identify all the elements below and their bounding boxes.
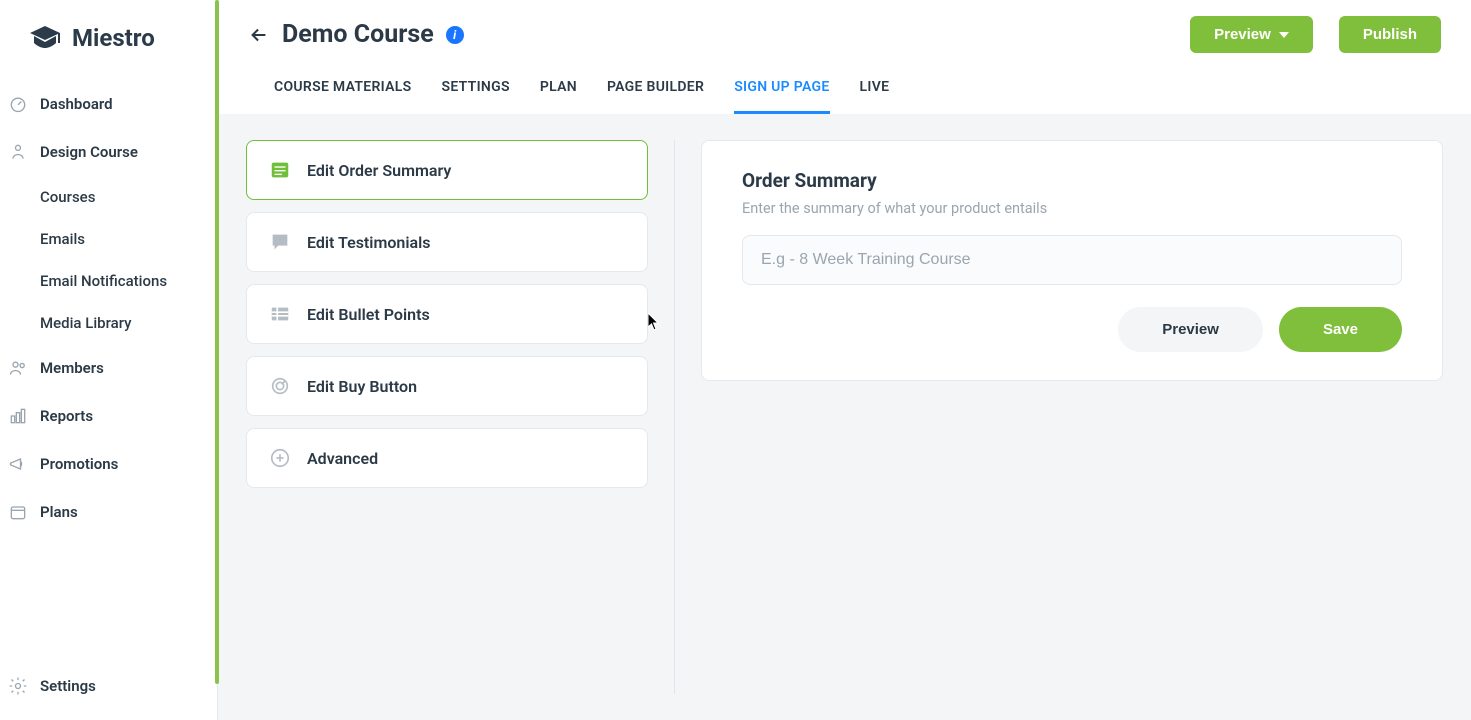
plus-circle-icon <box>269 447 291 469</box>
table-icon <box>269 303 291 325</box>
main: Demo Course i Preview Publish COURSE MAT… <box>218 0 1471 720</box>
info-icon[interactable]: i <box>446 26 464 44</box>
edit-order-summary[interactable]: Edit Order Summary <box>246 140 648 200</box>
target-icon <box>269 375 291 397</box>
logo-icon <box>28 24 62 52</box>
box-icon <box>8 502 28 522</box>
panel-description: Enter the summary of what your product e… <box>742 200 1402 217</box>
nav-label: Plans <box>40 503 78 521</box>
nav: Dashboard Design Course Courses Emails E… <box>0 80 217 662</box>
tabs: COURSE MATERIALS SETTINGS PLAN PAGE BUIL… <box>248 67 1441 114</box>
order-summary-panel: Order Summary Enter the summary of what … <box>701 140 1443 381</box>
panel-title: Order Summary <box>742 169 1402 192</box>
nav-email-notifications[interactable]: Email Notifications <box>0 260 217 302</box>
edit-item-label: Advanced <box>307 449 378 468</box>
nav-members[interactable]: Members <box>0 344 217 392</box>
list-icon <box>269 159 291 181</box>
users-icon <box>8 358 28 378</box>
nav-label: Members <box>40 359 104 377</box>
edit-item-label: Edit Bullet Points <box>307 305 430 324</box>
app-logo[interactable]: Miestro <box>0 0 217 80</box>
chart-icon <box>8 406 28 426</box>
nav-reports[interactable]: Reports <box>0 392 217 440</box>
edit-testimonials[interactable]: Edit Testimonials <box>246 212 648 272</box>
gauge-icon <box>8 94 28 114</box>
gear-icon <box>8 676 28 696</box>
panel-preview-button[interactable]: Preview <box>1118 307 1263 352</box>
tab-live[interactable]: LIVE <box>860 67 890 114</box>
nav-plans[interactable]: Plans <box>0 488 217 536</box>
preview-dropdown-button[interactable]: Preview <box>1190 16 1313 53</box>
edit-item-label: Edit Buy Button <box>307 377 417 396</box>
layers-icon <box>8 142 28 162</box>
panel-save-button[interactable]: Save <box>1279 307 1402 352</box>
nav-label: Dashboard <box>40 95 113 113</box>
edit-advanced[interactable]: Advanced <box>246 428 648 488</box>
nav-label: Promotions <box>40 455 118 473</box>
tab-plan[interactable]: PLAN <box>540 67 577 114</box>
tab-page-builder[interactable]: PAGE BUILDER <box>607 67 704 114</box>
sidebar: Miestro Dashboard Design Course Courses … <box>0 0 218 720</box>
edit-bullet-points[interactable]: Edit Bullet Points <box>246 284 648 344</box>
nav-bottom: Settings <box>0 662 217 720</box>
nav-design-course[interactable]: Design Course <box>0 128 217 176</box>
tab-sign-up-page[interactable]: SIGN UP PAGE <box>734 67 829 114</box>
nav-media-library[interactable]: Media Library <box>0 302 217 344</box>
chevron-down-icon <box>1279 32 1289 38</box>
nav-settings[interactable]: Settings <box>0 662 217 710</box>
nav-label: Settings <box>40 677 96 695</box>
megaphone-icon <box>8 454 28 474</box>
preview-label: Preview <box>1214 26 1271 43</box>
divider <box>674 140 675 694</box>
app-name: Miestro <box>72 24 155 52</box>
edit-item-label: Edit Order Summary <box>307 161 451 180</box>
edit-buy-button[interactable]: Edit Buy Button <box>246 356 648 416</box>
chat-icon <box>269 231 291 253</box>
order-summary-input[interactable] <box>742 235 1402 285</box>
edit-list: Edit Order Summary Edit Testimonials Edi… <box>246 140 648 694</box>
header: Demo Course i Preview Publish COURSE MAT… <box>218 0 1471 114</box>
nav-dashboard[interactable]: Dashboard <box>0 80 217 128</box>
panel-actions: Preview Save <box>742 307 1402 352</box>
tab-course-materials[interactable]: COURSE MATERIALS <box>274 67 411 114</box>
edit-item-label: Edit Testimonials <box>307 233 431 252</box>
nav-courses[interactable]: Courses <box>0 176 217 218</box>
publish-button[interactable]: Publish <box>1339 16 1441 53</box>
back-arrow-icon[interactable] <box>248 24 270 46</box>
tab-settings[interactable]: SETTINGS <box>441 67 509 114</box>
nav-label: Reports <box>40 407 93 425</box>
content: Edit Order Summary Edit Testimonials Edi… <box>218 114 1471 720</box>
nav-promotions[interactable]: Promotions <box>0 440 217 488</box>
page-title: Demo Course <box>282 20 434 49</box>
nav-label: Design Course <box>40 143 138 161</box>
nav-emails[interactable]: Emails <box>0 218 217 260</box>
